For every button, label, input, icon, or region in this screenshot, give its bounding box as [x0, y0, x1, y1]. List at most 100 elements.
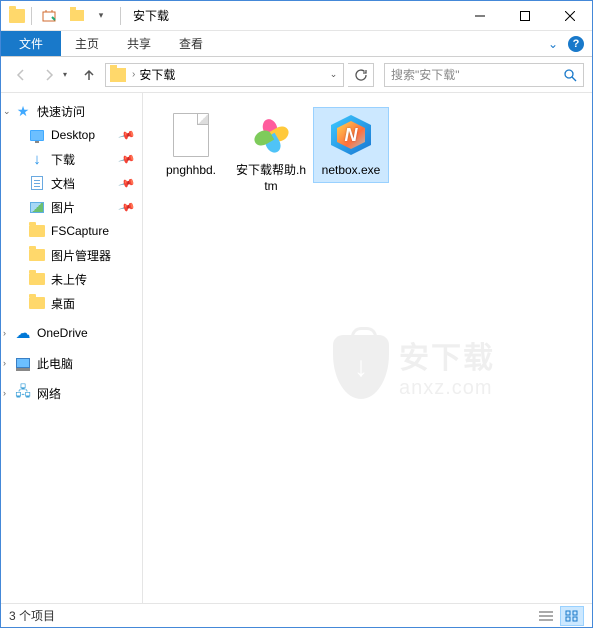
sidebar-item-label: 未上传	[51, 271, 87, 288]
ribbon-right: ⌄ ?	[548, 31, 592, 56]
sidebar-item-fscapture[interactable]: FSCapture	[1, 219, 142, 243]
maximize-button[interactable]	[502, 1, 547, 30]
sidebar-item-label: OneDrive	[37, 326, 88, 340]
sidebar-quick-access[interactable]: ⌄ ★ 快速访问	[1, 99, 142, 123]
searchbox	[384, 63, 584, 87]
titlebar-separator	[120, 7, 121, 25]
expand-ribbon-icon[interactable]: ⌄	[548, 37, 558, 51]
sidebar-item-label: 图片管理器	[51, 247, 111, 264]
exe-icon: N	[327, 111, 375, 159]
sidebar-thispc[interactable]: › 此电脑	[1, 351, 142, 375]
file-item[interactable]: N netbox.exe	[313, 107, 389, 183]
sidebar-item-notuploaded[interactable]: 未上传	[1, 267, 142, 291]
tab-share[interactable]: 共享	[113, 31, 165, 56]
pin-icon: 📌	[118, 150, 136, 168]
sidebar-item-label: 网络	[37, 385, 61, 402]
picture-icon	[29, 199, 45, 215]
forward-button[interactable]	[37, 63, 61, 87]
folder-icon	[29, 223, 45, 239]
folder-icon	[110, 68, 126, 82]
sidebar-item-label: 快速访问	[37, 103, 85, 120]
star-icon: ★	[15, 103, 31, 119]
tab-home[interactable]: 主页	[61, 31, 113, 56]
help-icon[interactable]: ?	[568, 36, 584, 52]
qat-separator	[31, 7, 32, 25]
pin-icon: 📌	[118, 198, 136, 216]
window-title: 安下载	[133, 7, 169, 24]
watermark: 安下载 anxz.com	[333, 333, 495, 400]
view-switcher	[534, 606, 584, 626]
file-item[interactable]: pnghhbd.	[153, 107, 229, 183]
sidebar-item-label: Desktop	[51, 128, 95, 142]
folder-icon	[29, 271, 45, 287]
sidebar-item-desktop2[interactable]: 桌面	[1, 291, 142, 315]
breadcrumb-current[interactable]: 安下载	[137, 66, 177, 83]
sidebar-item-label: 下载	[51, 151, 75, 168]
chevron-right-icon[interactable]: ›	[3, 388, 6, 398]
htm-icon	[247, 111, 295, 159]
qat-customize-dropdown[interactable]: ▾	[94, 9, 108, 23]
folder-icon	[29, 295, 45, 311]
close-button[interactable]	[547, 1, 592, 30]
tab-view[interactable]: 查看	[165, 31, 217, 56]
chevron-right-icon[interactable]: ›	[3, 358, 6, 368]
chevron-right-icon[interactable]: ›	[3, 328, 6, 338]
qat-properties-button[interactable]	[38, 5, 60, 27]
file-label: 安下载帮助.htm	[235, 163, 307, 194]
content-area: ⌄ ★ 快速访问 Desktop 📌 ↓ 下载 📌 文档 📌 图片 📌 FSCa…	[1, 93, 592, 603]
status-count: 3 个项目	[9, 607, 55, 624]
sidebar-item-picmanager[interactable]: 图片管理器	[1, 243, 142, 267]
network-icon: 🖧	[15, 385, 31, 401]
chevron-down-icon[interactable]: ⌄	[3, 106, 11, 117]
sidebar-onedrive[interactable]: › ☁ OneDrive	[1, 321, 142, 345]
file-label: netbox.exe	[322, 163, 381, 179]
sidebar-item-label: 桌面	[51, 295, 75, 312]
statusbar: 3 个项目	[1, 603, 592, 627]
titlebar: ▾ 安下载	[1, 1, 592, 31]
pc-icon	[15, 355, 31, 371]
pin-icon: 📌	[118, 174, 136, 192]
icons-view-button[interactable]	[560, 606, 584, 626]
sidebar-item-label: 文档	[51, 175, 75, 192]
window-controls	[457, 1, 592, 30]
sidebar-item-desktop[interactable]: Desktop 📌	[1, 123, 142, 147]
watermark-cn: 安下载	[399, 333, 495, 377]
search-input[interactable]	[385, 68, 557, 82]
ribbon-tabs: 文件 主页 共享 查看 ⌄ ?	[1, 31, 592, 57]
folder-icon	[9, 9, 25, 23]
titlebar-left: ▾ 安下载	[1, 5, 169, 27]
shield-icon	[333, 335, 389, 399]
sidebar-network[interactable]: › 🖧 网络	[1, 381, 142, 405]
sidebar-item-label: 图片	[51, 199, 75, 216]
file-item[interactable]: 安下载帮助.htm	[233, 107, 309, 198]
document-icon	[29, 175, 45, 191]
up-button[interactable]	[77, 63, 101, 87]
qat-newfolder-button[interactable]	[66, 5, 88, 27]
address-dropdown[interactable]: ⌄	[323, 69, 343, 80]
download-icon: ↓	[29, 151, 45, 167]
file-area[interactable]: pnghhbd. 安下载帮助.htm N netbox.exe 安下载 anxz…	[143, 93, 592, 603]
sidebar-item-label: FSCapture	[51, 224, 109, 238]
sidebar-item-downloads[interactable]: ↓ 下载 📌	[1, 147, 142, 171]
history-dropdown[interactable]: ▾	[63, 70, 67, 79]
sidebar-item-documents[interactable]: 文档 📌	[1, 171, 142, 195]
watermark-en: anxz.com	[399, 377, 495, 400]
file-icon	[167, 111, 215, 159]
pin-icon: 📌	[118, 126, 136, 144]
addressbar[interactable]: › 安下载 ⌄	[105, 63, 344, 87]
refresh-button[interactable]	[348, 63, 374, 87]
folder-icon	[29, 247, 45, 263]
tab-file[interactable]: 文件	[1, 31, 61, 56]
cloud-icon: ☁	[15, 325, 31, 341]
sidebar-item-pictures[interactable]: 图片 📌	[1, 195, 142, 219]
back-button[interactable]	[9, 63, 33, 87]
navigation-pane: ⌄ ★ 快速访问 Desktop 📌 ↓ 下载 📌 文档 📌 图片 📌 FSCa…	[1, 93, 143, 603]
desktop-icon	[29, 127, 45, 143]
navbar: ▾ › 安下载 ⌄	[1, 57, 592, 93]
details-view-button[interactable]	[534, 606, 558, 626]
file-label: pnghhbd.	[166, 163, 216, 179]
sidebar-item-label: 此电脑	[37, 355, 73, 372]
search-button[interactable]	[557, 68, 583, 82]
minimize-button[interactable]	[457, 1, 502, 30]
chevron-right-icon[interactable]: ›	[130, 69, 137, 80]
